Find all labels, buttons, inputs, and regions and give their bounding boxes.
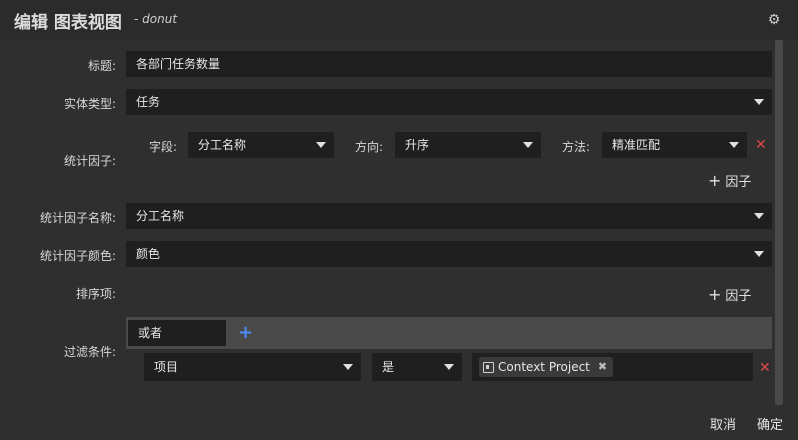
dialog-title: 编辑 图表视图: [14, 13, 122, 33]
chevron-down-icon: [316, 142, 326, 148]
filter-value-chip: Context Project ✖: [479, 357, 614, 377]
remove-factor-close-icon[interactable]: ✕: [755, 138, 767, 152]
plus-icon: +: [708, 171, 722, 190]
add-filter-plus-icon[interactable]: +: [238, 324, 253, 342]
title-label: 标题:: [87, 59, 116, 73]
filter-field-value: 项目: [154, 360, 179, 374]
add-sort-factor-button[interactable]: + 因子: [708, 285, 751, 304]
sort-label: 排序项:: [75, 287, 116, 301]
add-sort-factor-label: 因子: [725, 289, 752, 304]
entity-type-select[interactable]: 任务: [126, 89, 772, 115]
filters-label: 过滤条件:: [63, 345, 116, 359]
dialog-header: 编辑 图表视图 - donut ⚙: [0, 0, 798, 40]
factor-method-label: 方法:: [562, 140, 591, 154]
chevron-down-icon: [729, 142, 739, 148]
filter-logic-select[interactable]: 或者: [128, 320, 226, 346]
factor-field-label: 字段:: [149, 140, 178, 154]
factor-color-select[interactable]: 颜色: [126, 241, 772, 267]
chevron-down-icon: [754, 251, 764, 257]
entity-type-label: 实体类型:: [63, 97, 116, 111]
factor-direction-select[interactable]: 升序: [395, 132, 541, 158]
factor-name-select[interactable]: 分工名称: [126, 203, 772, 229]
entity-type-value: 任务: [136, 95, 161, 109]
filter-chip-label: Context Project: [498, 360, 590, 374]
project-icon: [483, 361, 494, 373]
factor-direction-value: 升序: [405, 138, 430, 152]
add-factor-button[interactable]: + 因子: [708, 171, 751, 190]
factor-color-value: 颜色: [136, 247, 161, 261]
factor-name-value: 分工名称: [136, 209, 185, 223]
factor-name-label: 统计因子名称:: [39, 211, 116, 225]
remove-filter-close-icon[interactable]: ✕: [759, 361, 771, 375]
chevron-down-icon: [523, 142, 533, 148]
factor-color-label: 统计因子颜色:: [39, 249, 116, 263]
factor-direction-label: 方向:: [355, 140, 384, 154]
dialog-subtitle: - donut: [134, 12, 178, 26]
cancel-button[interactable]: 取消: [710, 414, 736, 433]
chevron-down-icon: [343, 364, 353, 370]
add-factor-label: 因子: [725, 175, 752, 190]
chevron-down-icon: [754, 99, 764, 105]
filter-operator-value: 是: [382, 360, 395, 374]
factor-field-select[interactable]: 分工名称: [188, 132, 334, 158]
factor-method-select[interactable]: 精准匹配: [602, 132, 747, 158]
chevron-down-icon: [444, 364, 454, 370]
factor-method-value: 精准匹配: [612, 138, 661, 152]
filter-operator-select[interactable]: 是: [372, 353, 462, 381]
factors-label: 统计因子:: [63, 154, 116, 168]
confirm-button[interactable]: 确定: [757, 414, 783, 433]
plus-icon: +: [708, 285, 722, 304]
scrollbar[interactable]: [775, 40, 783, 405]
title-input[interactable]: 各部门任务数量: [126, 51, 772, 77]
chip-remove-close-icon[interactable]: ✖: [598, 357, 607, 377]
factor-field-value: 分工名称: [198, 138, 247, 152]
gear-icon[interactable]: ⚙: [766, 12, 782, 28]
filter-field-select[interactable]: 项目: [144, 353, 361, 381]
chevron-down-icon: [754, 213, 764, 219]
